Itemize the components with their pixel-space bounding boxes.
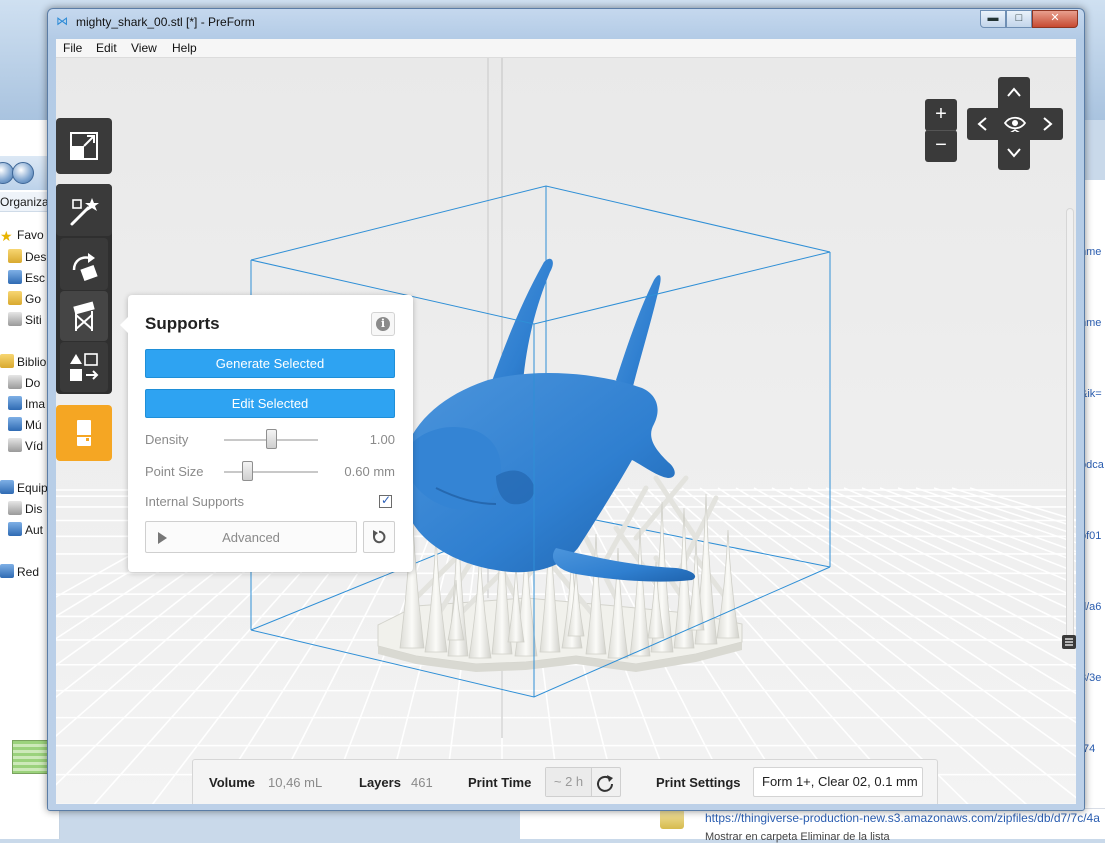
- layout-icon: [70, 353, 99, 381]
- pan-down-button[interactable]: [998, 132, 1030, 170]
- print-settings-label: Print Settings: [656, 775, 741, 790]
- supports-tool-button[interactable]: [60, 291, 108, 341]
- print-settings-selector[interactable]: Form 1+, Clear 02, 0.1 mm: [753, 767, 923, 797]
- download-url[interactable]: https://thingiverse-production-new.s3.am…: [705, 811, 1100, 825]
- menu-view[interactable]: View: [131, 41, 157, 55]
- magic-wand-icon: [70, 198, 99, 226]
- reset-icon: [373, 530, 386, 544]
- info-icon: i: [376, 317, 390, 331]
- zoom-in-button[interactable]: +: [925, 99, 957, 131]
- network-icon: [0, 564, 14, 578]
- point-size-label: Point Size: [145, 464, 204, 479]
- monitor-icon: [8, 270, 22, 284]
- menu-bar: File Edit View Help: [56, 39, 1076, 58]
- status-indicator: [12, 740, 48, 774]
- panel-pointer: [120, 317, 128, 333]
- drive-icon: [8, 522, 22, 536]
- window-controls: ▬ □ ✕: [980, 10, 1078, 28]
- volume-value: 10,46 mL: [268, 775, 323, 790]
- pan-right-button[interactable]: [1033, 108, 1063, 140]
- internal-supports-label: Internal Supports: [145, 494, 245, 509]
- print-time-value: ~ 2 h: [546, 768, 592, 796]
- document-icon: [8, 375, 22, 389]
- image-icon: [8, 396, 22, 410]
- preform-window: ⋈ mighty_shark_00.stl [*] - PreForm ▬ □ …: [47, 8, 1085, 811]
- orientation-icon: [72, 253, 98, 282]
- reset-button[interactable]: [363, 521, 395, 553]
- star-icon: ★: [0, 228, 13, 244]
- advanced-button[interactable]: Advanced: [145, 521, 357, 553]
- computer-icon: [0, 480, 14, 494]
- layout-tool-button[interactable]: [60, 342, 108, 392]
- menu-file[interactable]: File: [63, 41, 82, 55]
- preform-app-icon: ⋈: [56, 14, 68, 28]
- 3d-viewport[interactable]: Supports i Generate Selected Edit Select…: [56, 58, 1076, 804]
- menu-edit[interactable]: Edit: [96, 41, 117, 55]
- folder-icon: [8, 249, 22, 263]
- panel-title: Supports: [145, 314, 220, 333]
- zoom-out-button[interactable]: −: [925, 130, 957, 162]
- point-size-slider-thumb[interactable]: [242, 461, 253, 481]
- scale-tool-button[interactable]: [56, 118, 112, 174]
- expand-icon: [70, 132, 98, 160]
- internal-supports-checkbox[interactable]: ✓: [379, 493, 392, 508]
- window-title: mighty_shark_00.stl [*] - PreForm: [76, 15, 255, 29]
- density-slider-thumb[interactable]: [265, 429, 277, 449]
- print-icon: [77, 420, 91, 446]
- generate-selected-button[interactable]: Generate Selected: [145, 349, 395, 378]
- download-actions[interactable]: Mostrar en carpeta Eliminar de la lista: [705, 831, 890, 843]
- refresh-icon[interactable]: [595, 773, 615, 793]
- close-button[interactable]: ✕: [1032, 10, 1078, 28]
- arrow-left-icon: [977, 117, 987, 131]
- density-value: 1.00: [369, 432, 395, 447]
- hamburger-icon: [1065, 638, 1073, 646]
- pan-left-button[interactable]: [967, 108, 997, 140]
- print-button[interactable]: [56, 405, 112, 461]
- title-bar[interactable]: ⋈ mighty_shark_00.stl [*] - PreForm ▬ □ …: [48, 9, 1084, 35]
- forward-button[interactable]: [12, 162, 34, 184]
- one-click-print-button[interactable]: [56, 184, 112, 236]
- print-time-box: ~ 2 h: [545, 767, 621, 797]
- orientation-tool-button[interactable]: [60, 238, 108, 290]
- status-bar: Volume 10,46 mL Layers 461 Print Time ~ …: [192, 759, 938, 804]
- arrow-up-icon: [1007, 87, 1021, 97]
- point-size-slider-track[interactable]: [224, 471, 318, 473]
- supports-panel: Supports i Generate Selected Edit Select…: [120, 295, 413, 572]
- menu-grip-icon[interactable]: [1062, 635, 1076, 649]
- downloads-panel: https://thingiverse-production-new.s3.am…: [520, 808, 1105, 843]
- sites-icon: [8, 312, 22, 326]
- folder-icon: [8, 291, 22, 305]
- layers-label: Layers: [359, 775, 401, 790]
- density-label: Density: [145, 432, 189, 447]
- supports-icon: [73, 301, 95, 331]
- edit-selected-button[interactable]: Edit Selected: [145, 389, 395, 418]
- zip-file-icon: [660, 809, 684, 829]
- disk-icon: [8, 501, 22, 515]
- point-size-value: 0.60 mm: [344, 464, 395, 479]
- info-button[interactable]: i: [371, 312, 395, 336]
- arrow-right-icon: [1043, 117, 1053, 131]
- menu-help[interactable]: Help: [172, 41, 197, 55]
- layers-value: 461: [411, 775, 433, 790]
- checkmark-icon: ✓: [381, 493, 392, 507]
- video-icon: [8, 438, 22, 452]
- library-icon: [0, 354, 14, 368]
- print-time-label: Print Time: [468, 775, 532, 790]
- music-icon: [8, 417, 22, 431]
- arrow-down-icon: [1007, 148, 1021, 158]
- volume-label: Volume: [209, 775, 255, 790]
- advanced-label: Advanced: [222, 530, 280, 545]
- minimize-button[interactable]: ▬: [980, 10, 1006, 28]
- viewport-scrollbar[interactable]: [1066, 208, 1074, 648]
- maximize-button[interactable]: □: [1006, 10, 1032, 28]
